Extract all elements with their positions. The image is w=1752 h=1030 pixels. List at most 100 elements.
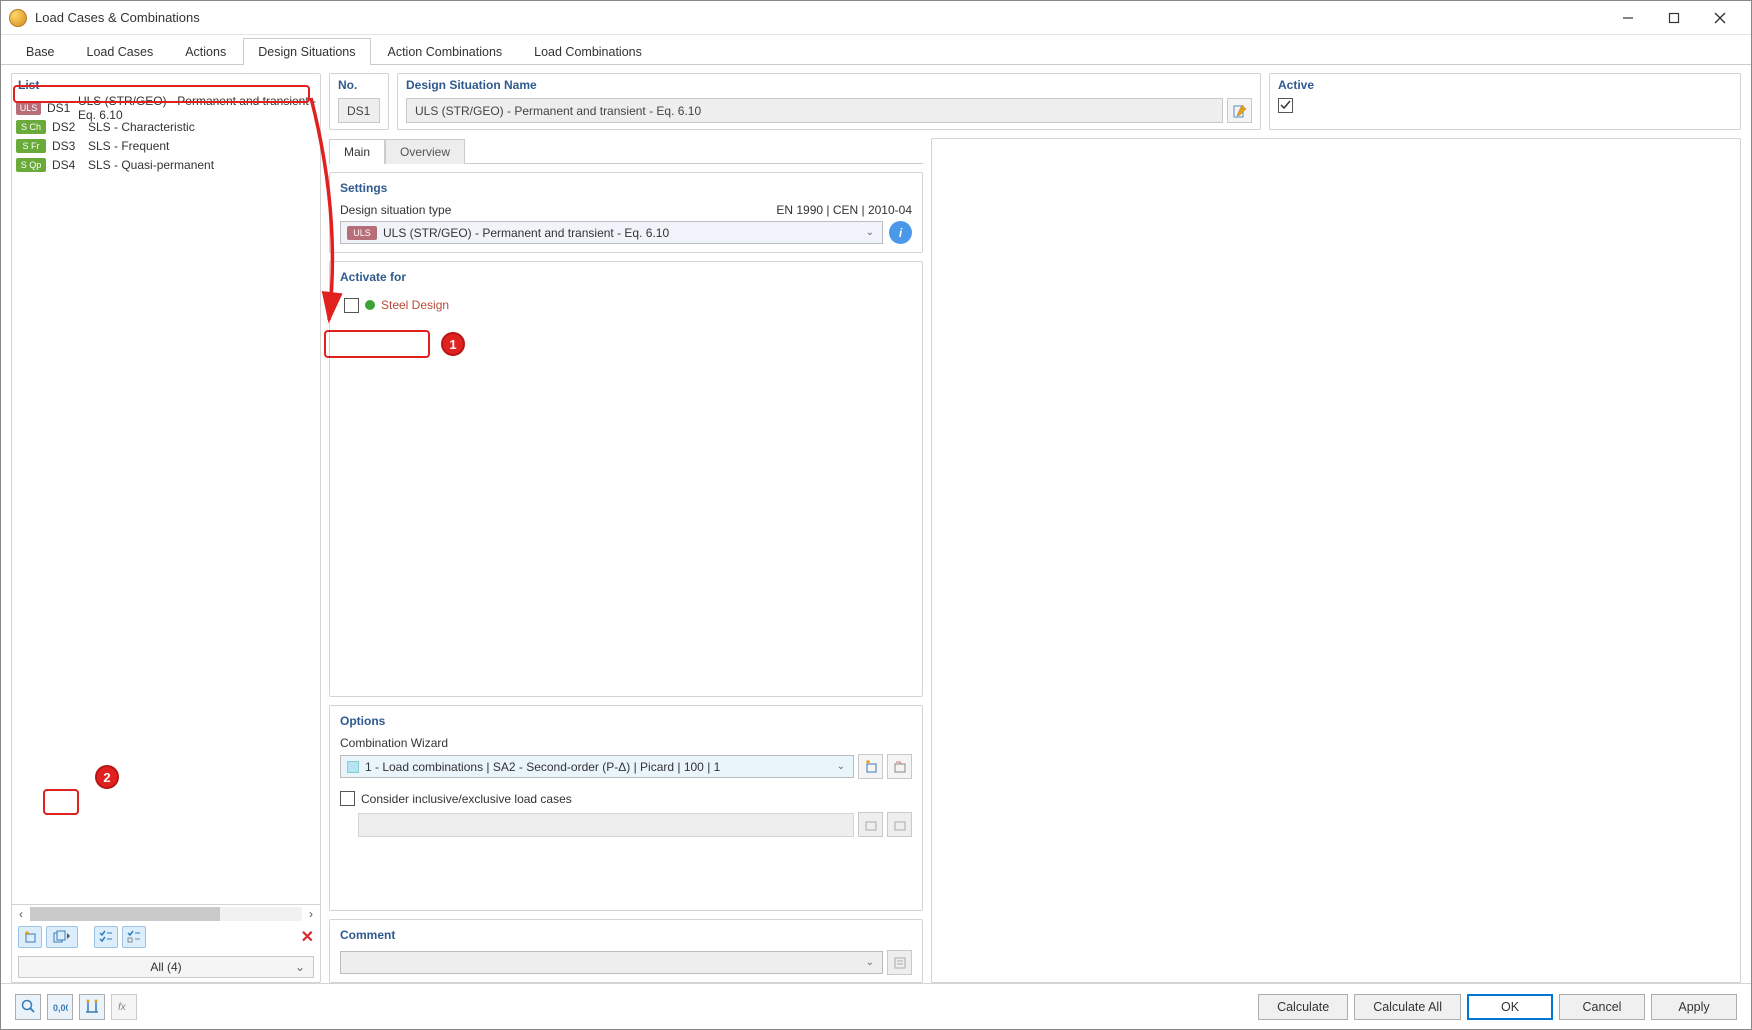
- window-title: Load Cases & Combinations: [35, 10, 200, 25]
- comment-title: Comment: [340, 928, 912, 942]
- scroll-right-button[interactable]: ›: [302, 905, 320, 923]
- steel-design-checkbox[interactable]: [344, 298, 359, 313]
- options-section: Options Combination Wizard 1 - Load comb…: [329, 705, 923, 911]
- subtab-main[interactable]: Main: [329, 139, 385, 164]
- calculate-button[interactable]: Calculate: [1258, 994, 1348, 1020]
- active-label: Active: [1270, 74, 1740, 98]
- name-value: ULS (STR/GEO) - Permanent and transient …: [406, 98, 1223, 123]
- wizard-dropdown[interactable]: 1 - Load combinations | SA2 - Second-ord…: [340, 755, 854, 778]
- no-field-box: No. DS1: [329, 73, 389, 130]
- activate-section: Activate for Steel Design: [329, 261, 923, 697]
- maximize-icon: [1668, 12, 1680, 24]
- cancel-button[interactable]: Cancel: [1559, 994, 1645, 1020]
- new-item-button[interactable]: [18, 926, 42, 948]
- tab-action-combinations[interactable]: Action Combinations: [373, 38, 518, 65]
- active-checkbox[interactable]: [1278, 98, 1293, 113]
- checklist-icon: [99, 930, 113, 944]
- name-field-box: Design Situation Name ULS (STR/GEO) - Pe…: [397, 73, 1261, 130]
- activate-row: Steel Design: [340, 292, 457, 318]
- filter-select[interactable]: All (4): [18, 956, 314, 978]
- main-tabs: Base Load Cases Actions Design Situation…: [1, 35, 1751, 65]
- top-fields: No. DS1 Design Situation Name ULS (STR/G…: [329, 73, 1741, 130]
- tab-actions[interactable]: Actions: [170, 38, 241, 65]
- folder-icon: [864, 818, 878, 832]
- list-item-code: DS2: [52, 120, 82, 134]
- blank-panel: [931, 138, 1741, 983]
- footer-fx-button[interactable]: fx: [111, 994, 137, 1020]
- deselect-all-button[interactable]: [122, 926, 146, 948]
- scroll-thumb[interactable]: [30, 907, 220, 921]
- calculate-all-button[interactable]: Calculate All: [1354, 994, 1461, 1020]
- tab-base[interactable]: Base: [11, 38, 70, 65]
- steel-design-label: Steel Design: [381, 298, 449, 312]
- list-item-label: SLS - Quasi-permanent: [88, 158, 214, 172]
- comment-dropdown[interactable]: ⌄: [340, 951, 883, 974]
- list-item-code: DS1: [47, 101, 72, 115]
- list-item[interactable]: ULS DS1 ULS (STR/GEO) - Permanent and tr…: [12, 98, 320, 117]
- chevron-down-icon: ⌄: [866, 227, 874, 238]
- tab-design-situations[interactable]: Design Situations: [243, 38, 370, 65]
- ok-button[interactable]: OK: [1467, 994, 1553, 1020]
- status-dot-icon: [365, 300, 375, 310]
- copy-item-button[interactable]: [46, 926, 78, 948]
- footer-units-button[interactable]: 0,00: [47, 994, 73, 1020]
- badge-sqp: S Qp: [16, 158, 46, 172]
- select-all-button[interactable]: [94, 926, 118, 948]
- subtab-overview[interactable]: Overview: [385, 139, 465, 164]
- annotation-marker-1: 1: [441, 332, 465, 356]
- consider-checkbox[interactable]: [340, 791, 355, 806]
- list-item[interactable]: S Fr DS3 SLS - Frequent: [12, 136, 320, 155]
- consider-input: [358, 813, 854, 837]
- type-dropdown[interactable]: ULS ULS (STR/GEO) - Permanent and transi…: [340, 221, 883, 244]
- model-icon: [85, 999, 100, 1014]
- fx-icon: fx: [117, 999, 132, 1014]
- minimize-button[interactable]: [1605, 3, 1651, 33]
- consider-btn1[interactable]: [858, 812, 883, 837]
- tab-load-cases[interactable]: Load Cases: [72, 38, 169, 65]
- footer-model-button[interactable]: [79, 994, 105, 1020]
- no-value: DS1: [338, 98, 380, 123]
- badge-uls: ULS: [16, 101, 41, 115]
- search-icon: [21, 999, 36, 1014]
- name-label: Design Situation Name: [398, 74, 1260, 98]
- folder-icon: [893, 818, 907, 832]
- wizard-label: Combination Wizard: [340, 736, 912, 750]
- consider-btn2[interactable]: [887, 812, 912, 837]
- horizontal-scrollbar[interactable]: ‹ ›: [12, 904, 320, 922]
- copy-item-icon: [52, 930, 72, 944]
- footer-search-button[interactable]: [15, 994, 41, 1020]
- new-icon: [864, 760, 878, 774]
- minimize-icon: [1622, 12, 1634, 24]
- list-item-label: SLS - Characteristic: [88, 120, 195, 134]
- type-label: Design situation type: [340, 203, 451, 217]
- edit-name-button[interactable]: [1227, 98, 1252, 123]
- wizard-new-button[interactable]: [858, 754, 883, 779]
- no-label: No.: [330, 74, 388, 98]
- edit-icon: [1233, 104, 1247, 118]
- list-header: List: [12, 74, 320, 96]
- tab-load-combinations[interactable]: Load Combinations: [519, 38, 657, 65]
- wizard-value: 1 - Load combinations | SA2 - Second-ord…: [365, 760, 720, 774]
- list-item[interactable]: S Qp DS4 SLS - Quasi-permanent: [12, 155, 320, 174]
- filter-label: All (4): [150, 960, 181, 974]
- wizard-edit-button[interactable]: [887, 754, 912, 779]
- delete-button[interactable]: ✕: [301, 927, 314, 947]
- scroll-track[interactable]: [30, 907, 302, 921]
- apply-button[interactable]: Apply: [1651, 994, 1737, 1020]
- maximize-button[interactable]: [1651, 3, 1697, 33]
- filter-row: All (4): [12, 952, 320, 982]
- list-body[interactable]: ULS DS1 ULS (STR/GEO) - Permanent and tr…: [12, 96, 320, 904]
- app-window: Load Cases & Combinations Base Load Case…: [0, 0, 1752, 1030]
- info-button[interactable]: i: [889, 221, 912, 244]
- activate-title: Activate for: [340, 270, 912, 284]
- standard-label: EN 1990 | CEN | 2010-04: [776, 203, 912, 217]
- unchecklist-icon: [127, 930, 141, 944]
- settings-section: Settings Design situation type EN 1990 |…: [329, 172, 923, 253]
- close-button[interactable]: [1697, 3, 1743, 33]
- scroll-left-button[interactable]: ‹: [12, 905, 30, 923]
- mid-left: Main Overview Settings Design situation …: [329, 138, 923, 983]
- check-icon: [1280, 100, 1291, 111]
- comment-edit-button[interactable]: [887, 950, 912, 975]
- svg-text:fx: fx: [118, 1002, 127, 1013]
- units-icon: 0,00: [52, 1000, 68, 1014]
